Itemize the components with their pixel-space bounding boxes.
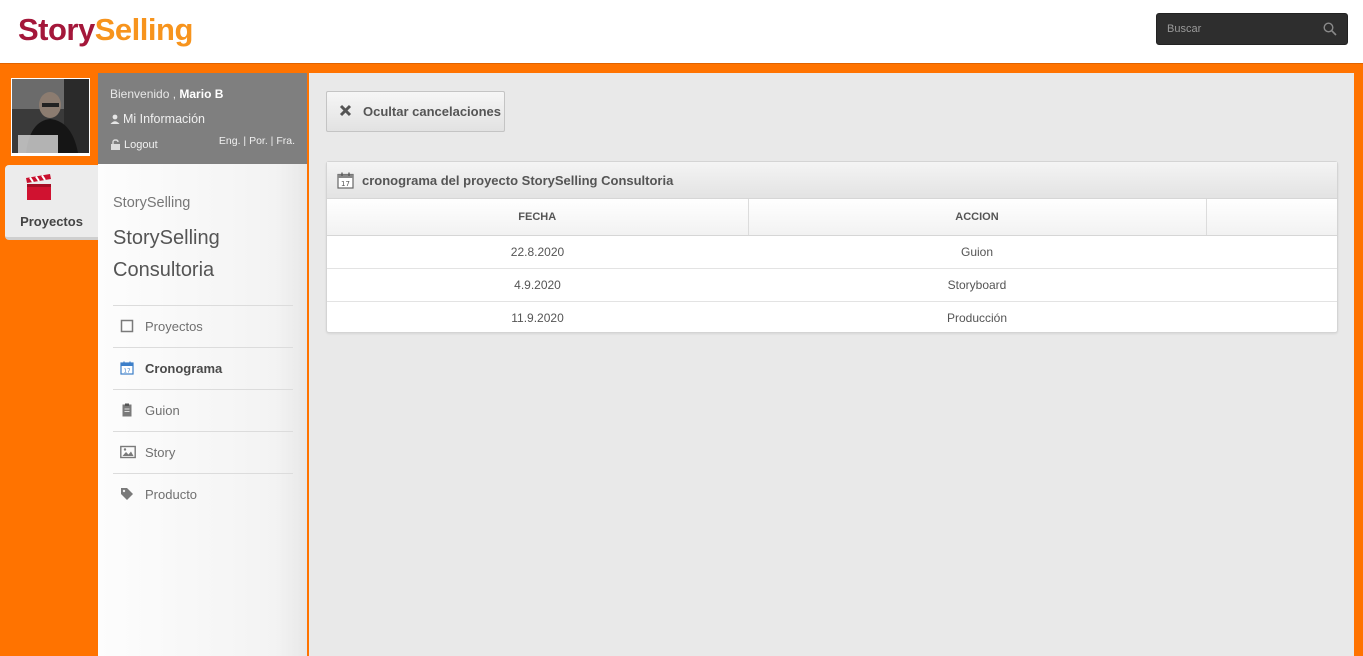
column-header-empty: [1206, 199, 1337, 236]
user-name: Mario B: [179, 87, 224, 101]
schedule-panel: 17 cronograma del proyecto StorySelling …: [326, 161, 1338, 333]
search-input[interactable]: [1157, 14, 1317, 44]
user-info-box: Bienvenido , Mario B Mi Información Logo…: [98, 73, 307, 164]
sidebar: StorySelling StorySelling Consultoria Pr…: [98, 164, 307, 656]
search-box: [1156, 13, 1348, 45]
sidebar-item-proyectos[interactable]: Proyectos: [113, 305, 293, 347]
hide-cancellations-button[interactable]: Ocultar cancelaciones: [326, 91, 505, 132]
tags-icon: [120, 487, 134, 501]
sidebar-item-label: Cronograma: [145, 361, 223, 376]
my-info-link[interactable]: Mi Información: [110, 112, 205, 126]
square-icon: [120, 319, 134, 333]
close-icon: [339, 104, 352, 122]
calendar-icon: 17: [120, 361, 134, 375]
svg-text:17: 17: [341, 180, 350, 188]
lang-eng[interactable]: Eng.: [219, 135, 241, 147]
cell-date: 11.9.2020: [511, 310, 564, 325]
table-row[interactable]: 22.8.2020 Guion: [327, 235, 1337, 269]
cell-date: 22.8.2020: [327, 235, 748, 269]
sidebar-item-label: Proyectos: [145, 319, 203, 334]
calendar-icon: 17: [337, 172, 354, 194]
clapperboard-icon: [24, 172, 54, 207]
image-icon: [120, 445, 136, 459]
schedule-table: FECHA ACCION 22.8.2020 Guion 4.9.2020 St…: [327, 199, 1337, 334]
cell-empty: [1206, 301, 1337, 334]
logout-link[interactable]: Logout: [110, 139, 158, 151]
column-header-accion[interactable]: ACCION: [748, 199, 1207, 236]
projects-tab-label: Proyectos: [20, 214, 83, 229]
cell-date: 4.9.2020: [327, 268, 748, 302]
sidebar-item-producto[interactable]: Producto: [113, 473, 293, 515]
welcome-text: Bienvenido , Mario B: [110, 87, 224, 101]
user-avatar[interactable]: [11, 78, 90, 156]
table-row[interactable]: 11.9.2020 Producción: [327, 301, 1337, 334]
breadcrumb[interactable]: StorySelling: [113, 195, 190, 211]
lang-fra[interactable]: Fra.: [276, 135, 295, 147]
sidebar-item-guion[interactable]: Guion: [113, 389, 293, 431]
cell-action: Producción: [946, 310, 1008, 325]
user-icon: [110, 114, 120, 124]
cell-empty: [1206, 235, 1337, 269]
main-content: Ocultar cancelaciones 17 cronograma del …: [309, 73, 1354, 656]
language-switcher: Eng. | Por. | Fra.: [218, 135, 295, 147]
panel-title: cronograma del proyecto StorySelling Con…: [362, 173, 674, 188]
top-bar: StorySelling: [0, 0, 1363, 64]
sidebar-item-label: Story: [145, 445, 176, 460]
project-title: StorySelling Consultoria: [113, 227, 220, 281]
cell-action: Guion: [748, 235, 1206, 269]
cell-empty: [1206, 268, 1337, 302]
sidebar-item-cronograma[interactable]: 17 Cronograma: [113, 347, 293, 389]
svg-text:17: 17: [124, 369, 131, 375]
sidebar-item-story[interactable]: Story: [113, 431, 293, 473]
clipboard-icon: [120, 403, 134, 417]
panel-header: 17 cronograma del proyecto StorySelling …: [327, 162, 1337, 199]
column-header-fecha[interactable]: FECHA: [327, 199, 749, 236]
lock-icon: [111, 139, 120, 150]
cell-action: Storyboard: [748, 268, 1206, 302]
lang-por[interactable]: Por.: [249, 135, 268, 147]
projects-tab[interactable]: Proyectos: [5, 165, 98, 240]
search-icon[interactable]: [1323, 22, 1337, 36]
sidebar-menu: Proyectos 17 Cronograma Guion Story Prod…: [113, 305, 293, 515]
sidebar-item-label: Guion: [145, 403, 180, 418]
table-row[interactable]: 4.9.2020 Storyboard: [327, 268, 1337, 302]
storyselling-logo[interactable]: StorySelling: [18, 12, 193, 48]
sidebar-item-label: Producto: [145, 487, 198, 502]
